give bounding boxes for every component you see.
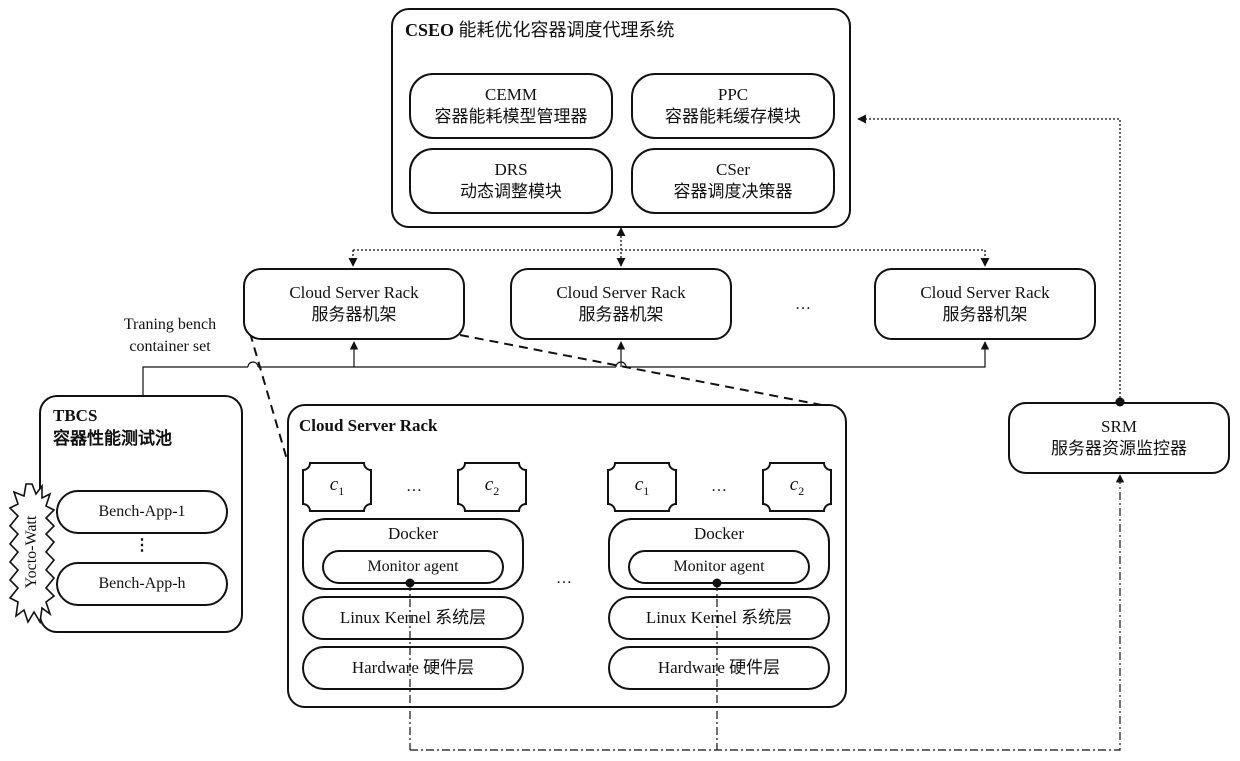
srm-abbr: SRM [1101,417,1137,436]
rack-title: Cloud Server Rack [289,283,419,302]
rack-title: Cloud Server Rack [556,283,686,302]
rack-detail-title: Cloud Server Rack [299,416,438,435]
kernel-label: Linux Kernel 系统层 [339,608,487,627]
host-ellipsis: … [556,570,573,587]
bench-app-h[interactable]: Bench-App-h [56,562,228,606]
training-label-line1: Traning bench [123,316,217,333]
container-c1[interactable]: c1 [607,462,677,512]
cseo-name: 能耗优化容器调度代理系统 [458,20,675,40]
kernel-layer: Linux Kernel 系统层 [302,596,524,640]
module-cser[interactable]: CSer 容器调度决策器 [631,148,835,214]
monitor-agent-label: Monitor agent [367,558,459,575]
rack-2[interactable]: Cloud Server Rack 服务器机架 [510,268,732,340]
module-name: 容器能耗模型管理器 [434,107,588,126]
tbcs-abbr: TBCS [53,406,98,425]
container-label: c1 [634,474,650,498]
kernel-label: Linux Kernel 系统层 [645,608,793,627]
container-ellipsis: … [711,478,728,495]
container-label: c2 [789,474,805,498]
monitor-agent-label: Monitor agent [673,558,765,575]
rack-1[interactable]: Cloud Server Rack 服务器机架 [243,268,465,340]
hardware-layer: Hardware 硬件层 [608,646,830,690]
cseo-rack-dotted-bus [348,227,990,267]
module-name: 动态调整模块 [460,182,562,201]
container-ellipsis: … [406,478,423,495]
hardware-layer: Hardware 硬件层 [302,646,524,690]
container-c1[interactable]: c1 [302,462,372,512]
yocto-watt-label: Yocto-Watt [23,515,40,589]
cseo-abbr: CSEO [405,20,455,40]
bench-app-label: Bench-App-1 [98,503,186,520]
docker-label: Docker [387,524,439,543]
module-abbr: DRS [494,160,528,179]
rack-subtitle: 服务器机架 [942,305,1028,324]
rack-subtitle: 服务器机架 [311,305,397,324]
bench-app-label: Bench-App-h [98,575,186,592]
bench-app-1[interactable]: Bench-App-1 [56,490,228,534]
container-c2[interactable]: c2 [457,462,527,512]
tbcs-name: 容器性能测试池 [53,429,172,448]
monitor-agent[interactable]: Monitor agent [322,550,504,584]
monitor-agent[interactable]: Monitor agent [628,550,810,584]
rack-ellipsis: … [795,296,812,313]
training-bench-label: Traning bench container set [105,314,235,358]
module-abbr: CEMM [485,85,537,104]
rack-3[interactable]: Cloud Server Rack 服务器机架 [874,268,1096,340]
module-drs[interactable]: DRS 动态调整模块 [409,148,613,214]
docker-label: Docker [693,524,745,543]
hardware-label: Hardware 硬件层 [351,658,475,677]
container-label: c2 [484,474,500,498]
bench-apps-ellipsis: ⋮ [134,537,150,554]
training-label-line2: container set [129,338,211,355]
srm-name: 服务器资源监控器 [1051,439,1187,458]
rack-title: Cloud Server Rack [920,283,1050,302]
training-bench-bus [142,341,990,395]
rack-subtitle: 服务器机架 [578,305,664,324]
module-ppc[interactable]: PPC 容器能耗缓存模块 [631,73,835,139]
kernel-layer: Linux Kernel 系统层 [608,596,830,640]
srm-monitor[interactable]: SRM 服务器资源监控器 [1008,402,1230,474]
cseo-title: CSEO 能耗优化容器调度代理系统 [405,18,675,42]
hardware-label: Hardware 硬件层 [657,658,781,677]
module-name: 容器调度决策器 [673,182,793,201]
module-cemm[interactable]: CEMM 容器能耗模型管理器 [409,73,613,139]
srm-cseo-dotted-line [857,114,1121,402]
container-label: c1 [329,474,345,498]
module-abbr: CSer [716,160,750,179]
module-name: 容器能耗缓存模块 [665,107,801,126]
container-c2[interactable]: c2 [762,462,832,512]
module-abbr: PPC [717,85,749,104]
yocto-watt-meter: Yocto-Watt [8,482,56,625]
